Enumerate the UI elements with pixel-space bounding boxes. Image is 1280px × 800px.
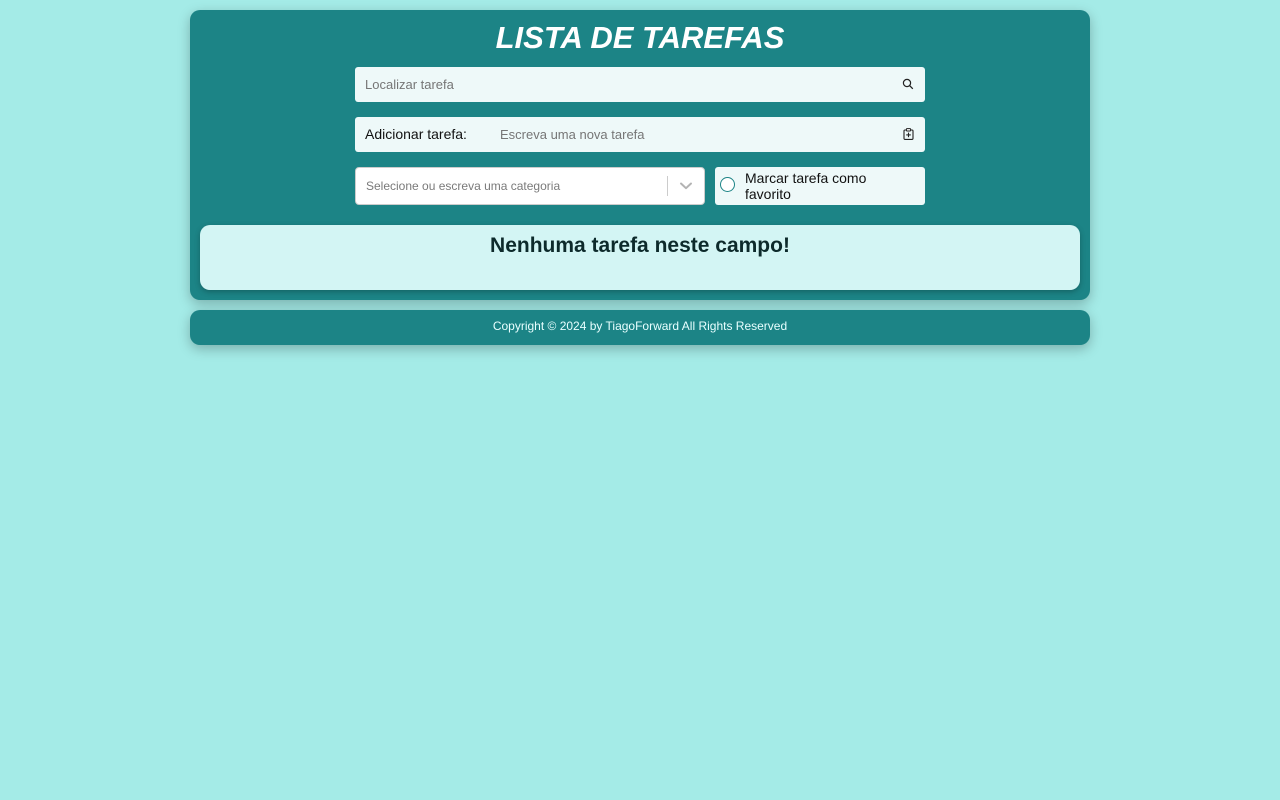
favorite-label: Marcar tarefa como favorito	[745, 170, 867, 202]
favorite-toggle[interactable]: Marcar tarefa como favorito	[715, 167, 925, 205]
search-input[interactable]	[355, 67, 895, 102]
copyright-text: Copyright © 2024 by TiagoForward All Rig…	[492, 319, 788, 333]
search-bar	[355, 67, 925, 102]
chevron-down-icon[interactable]	[676, 177, 696, 195]
search-icon[interactable]	[899, 75, 917, 93]
add-task-bar: Adicionar tarefa:	[355, 117, 925, 152]
task-list-panel: Nenhuma tarefa neste campo!	[200, 225, 1080, 290]
empty-state-message: Nenhuma tarefa neste campo!	[490, 234, 790, 257]
category-select-placeholder: Selecione ou escreva uma categoria	[366, 179, 561, 193]
new-task-input[interactable]	[490, 117, 900, 152]
task-list-card: LISTA DE TAREFAS Adicionar tarefa: Selec…	[190, 10, 1090, 300]
select-divider	[667, 176, 668, 196]
add-task-label: Adicionar tarefa:	[365, 126, 467, 142]
favorite-radio[interactable]	[720, 177, 735, 192]
page-title: LISTA DE TAREFAS	[495, 20, 785, 55]
footer: Copyright © 2024 by TiagoForward All Rig…	[190, 310, 1090, 345]
category-select[interactable]: Selecione ou escreva uma categoria	[355, 167, 705, 205]
clipboard-add-icon[interactable]	[899, 125, 917, 143]
